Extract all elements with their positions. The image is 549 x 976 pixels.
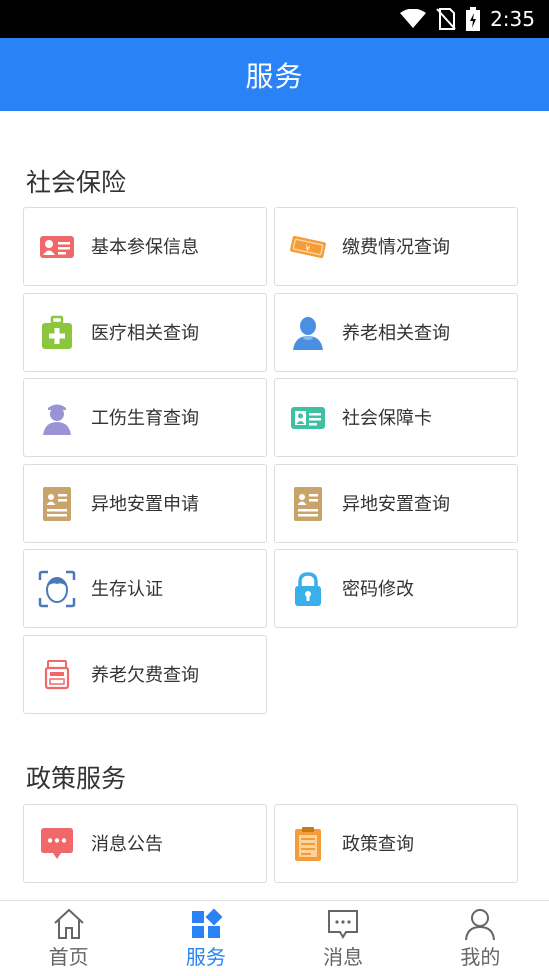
- service-pension-query[interactable]: 养老相关查询: [274, 293, 518, 372]
- service-label: 基本参保信息: [91, 237, 199, 258]
- cash-register-icon: [44, 660, 70, 690]
- bottom-nav: 首页 服务 消息 我的: [0, 900, 549, 976]
- service-pension-arrears-query[interactable]: 养老欠费查询: [23, 635, 267, 714]
- service-injury-maternity-query[interactable]: 工伤生育查询: [23, 378, 267, 457]
- person-icon: [293, 317, 323, 350]
- nav-home[interactable]: 首页: [0, 901, 137, 976]
- grid-icon: [191, 908, 223, 938]
- nav-label: 首页: [48, 945, 89, 969]
- service-policy-query[interactable]: 政策查询: [274, 804, 518, 883]
- document-person-icon: [43, 487, 71, 521]
- social-card-icon: [291, 407, 325, 429]
- section-title-policy-services: 政策服务: [26, 764, 127, 793]
- service-label: 医疗相关查询: [91, 323, 199, 344]
- service-relocation-apply[interactable]: 异地安置申请: [23, 464, 267, 543]
- lock-icon: [295, 572, 321, 606]
- content-area[interactable]: 社会保险 基本参保信息 ¥ 缴费情况查询 医疗相关查询 养老相关查询 工伤生育查…: [0, 111, 549, 900]
- service-label: 养老欠费查询: [91, 665, 199, 686]
- service-label: 异地安置查询: [342, 494, 450, 515]
- home-icon: [53, 908, 84, 939]
- no-sim-icon: [436, 8, 456, 30]
- service-label: 养老相关查询: [342, 323, 450, 344]
- service-label: 消息公告: [91, 834, 163, 855]
- service-label: 缴费情况查询: [342, 237, 450, 258]
- service-label: 政策查询: [342, 834, 414, 855]
- battery-icon: [466, 7, 481, 31]
- nav-messages[interactable]: 消息: [275, 901, 412, 976]
- status-bar: 2:35: [0, 0, 549, 38]
- page-title: 服务: [245, 59, 304, 93]
- id-card-icon: [40, 236, 74, 258]
- service-medical-query[interactable]: 医疗相关查询: [23, 293, 267, 372]
- service-label: 生存认证: [91, 579, 163, 600]
- wifi-icon: [400, 9, 427, 28]
- worker-icon: [43, 404, 71, 435]
- user-icon: [465, 909, 496, 941]
- nav-services[interactable]: 服务: [137, 901, 274, 976]
- section-title-social-insurance: 社会保险: [26, 168, 127, 197]
- message-icon: [328, 910, 359, 939]
- face-scan-icon: [38, 570, 76, 608]
- service-label: 社会保障卡: [342, 408, 432, 429]
- service-payment-query[interactable]: ¥ 缴费情况查询: [274, 207, 518, 286]
- service-relocation-query[interactable]: 异地安置查询: [274, 464, 518, 543]
- service-label: 异地安置申请: [91, 494, 199, 515]
- service-message-announcement[interactable]: 消息公告: [23, 804, 267, 883]
- service-label: 工伤生育查询: [91, 408, 199, 429]
- chat-bubble-icon: [41, 828, 73, 859]
- nav-profile[interactable]: 我的: [412, 901, 549, 976]
- service-social-security-card[interactable]: 社会保障卡: [274, 378, 518, 457]
- nav-label: 我的: [460, 945, 501, 969]
- app-bar: 服务: [0, 38, 549, 111]
- service-basic-insurance-info[interactable]: 基本参保信息: [23, 207, 267, 286]
- status-time: 2:35: [490, 7, 535, 31]
- medical-kit-icon: [42, 315, 72, 349]
- nav-label: 服务: [185, 945, 226, 969]
- ticket-icon: ¥: [290, 236, 326, 258]
- service-survival-authentication[interactable]: 生存认证: [23, 549, 267, 628]
- document-person-icon: [294, 487, 322, 521]
- clipboard-icon: [295, 827, 321, 861]
- service-label: 密码修改: [342, 579, 414, 600]
- service-password-change[interactable]: 密码修改: [274, 549, 518, 628]
- nav-label: 消息: [323, 945, 364, 969]
